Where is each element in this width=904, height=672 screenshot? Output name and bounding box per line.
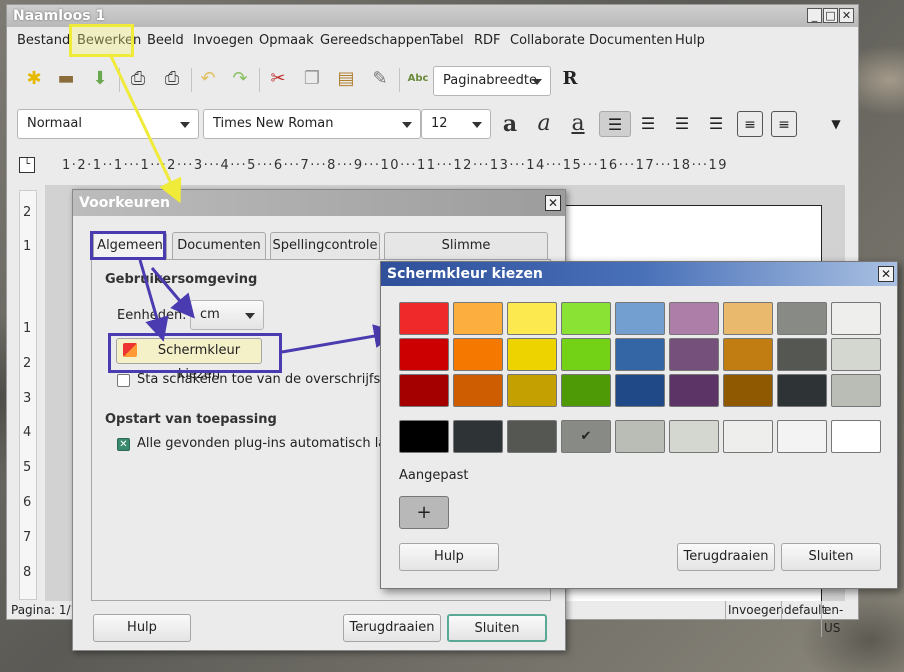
gray-swatch[interactable]: [615, 420, 665, 453]
gray-swatch[interactable]: [723, 420, 773, 453]
purple-arrow: [281, 324, 398, 354]
yellow-arrow: [108, 53, 182, 204]
gray-swatch[interactable]: [399, 420, 449, 453]
close-icon[interactable]: ✕: [878, 266, 894, 282]
color-swatch[interactable]: [561, 338, 611, 371]
purple-arrow: [138, 259, 169, 342]
color-swatch[interactable]: [453, 338, 503, 371]
gray-swatch[interactable]: [507, 420, 557, 453]
gray-swatch[interactable]: [777, 420, 827, 453]
color-swatch[interactable]: [615, 374, 665, 407]
color-swatch[interactable]: [723, 302, 773, 335]
color-swatch[interactable]: [561, 302, 611, 335]
color-swatch[interactable]: [399, 338, 449, 371]
color-swatch[interactable]: [453, 374, 503, 407]
selected-gray-swatch[interactable]: ✔: [561, 420, 611, 453]
gray-swatch[interactable]: [453, 420, 503, 453]
color-swatch[interactable]: [831, 302, 881, 335]
color-dialog-title: Schermkleur kiezen: [387, 266, 543, 282]
color-swatch[interactable]: [777, 374, 827, 407]
color-swatch[interactable]: [777, 338, 827, 371]
color-swatch[interactable]: [723, 338, 773, 371]
color-swatch[interactable]: [399, 374, 449, 407]
color-swatch[interactable]: [669, 302, 719, 335]
color-swatch[interactable]: [669, 338, 719, 371]
add-custom-color-button[interactable]: +: [399, 496, 449, 529]
color-swatch[interactable]: [777, 302, 827, 335]
color-swatch[interactable]: [453, 302, 503, 335]
color-swatch[interactable]: [561, 374, 611, 407]
purple-arrow: [150, 267, 195, 319]
color-swatch[interactable]: [831, 374, 881, 407]
color-swatch[interactable]: [669, 374, 719, 407]
gray-swatch[interactable]: [831, 420, 881, 453]
help-button[interactable]: Hulp: [399, 543, 499, 571]
color-swatch[interactable]: [615, 302, 665, 335]
color-swatch[interactable]: [831, 338, 881, 371]
color-swatch[interactable]: [723, 374, 773, 407]
color-swatch[interactable]: [507, 302, 557, 335]
color-swatch[interactable]: [507, 338, 557, 371]
close-button[interactable]: Sluiten: [781, 543, 881, 571]
revert-button[interactable]: Terugdraaien: [677, 543, 775, 571]
color-dialog-titlebar: Schermkleur kiezen: [381, 262, 897, 286]
screen-color-dialog: Schermkleur kiezen ✕ ✔ Aangepast + Hulp …: [380, 261, 898, 589]
color-swatch[interactable]: [399, 302, 449, 335]
gray-swatch[interactable]: [669, 420, 719, 453]
custom-label: Aangepast: [399, 468, 469, 483]
color-swatch[interactable]: [507, 374, 557, 407]
color-swatch[interactable]: [615, 338, 665, 371]
